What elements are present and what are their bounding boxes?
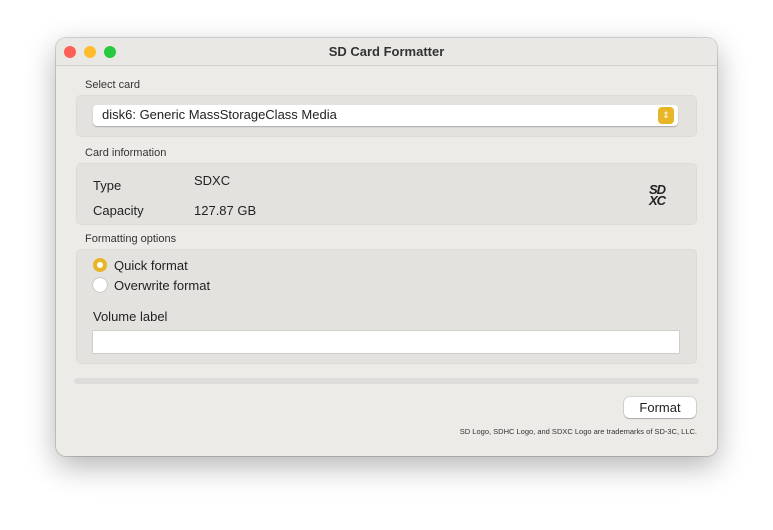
format-button[interactable]: Format <box>624 397 696 418</box>
type-value: SDXC <box>194 173 231 188</box>
card-info-group: Type SDXC Capacity 127.87 GB SD XC <box>76 163 697 225</box>
quick-format-radio[interactable] <box>93 258 107 272</box>
capacity-value: 127.87 GB <box>194 203 257 218</box>
chevron-updown-icon: ⇕ <box>658 107 674 124</box>
capacity-label: Capacity <box>93 203 144 218</box>
formatting-group: Quick format Overwrite format Volume lab… <box>76 249 697 364</box>
progress-bar <box>74 378 699 384</box>
title-bar: SD Card Formatter <box>56 38 717 66</box>
overwrite-format-radio[interactable] <box>93 278 107 292</box>
app-window: SD Card Formatter Select card disk6: Gen… <box>56 38 717 456</box>
card-info-label: Card information <box>85 147 167 159</box>
trademark-notice: SD Logo, SDHC Logo, and SDXC Logo are tr… <box>459 427 697 436</box>
window-title: SD Card Formatter <box>328 44 445 59</box>
card-select-value: disk6: Generic MassStorageClass Media <box>102 107 337 122</box>
type-label: Type <box>93 178 122 193</box>
select-card-label: Select card <box>85 79 141 91</box>
overwrite-format-label[interactable]: Overwrite format <box>114 278 210 293</box>
sdxc-logo: SD XC <box>648 182 666 208</box>
volume-label-input[interactable] <box>93 331 679 353</box>
formatting-options-label: Formatting options <box>85 233 177 245</box>
card-select[interactable]: disk6: Generic MassStorageClass Media ⇕ <box>93 105 678 126</box>
select-card-group: disk6: Generic MassStorageClass Media ⇕ <box>76 95 697 137</box>
volume-label-label: Volume label <box>93 309 168 324</box>
quick-format-label[interactable]: Quick format <box>114 258 188 273</box>
